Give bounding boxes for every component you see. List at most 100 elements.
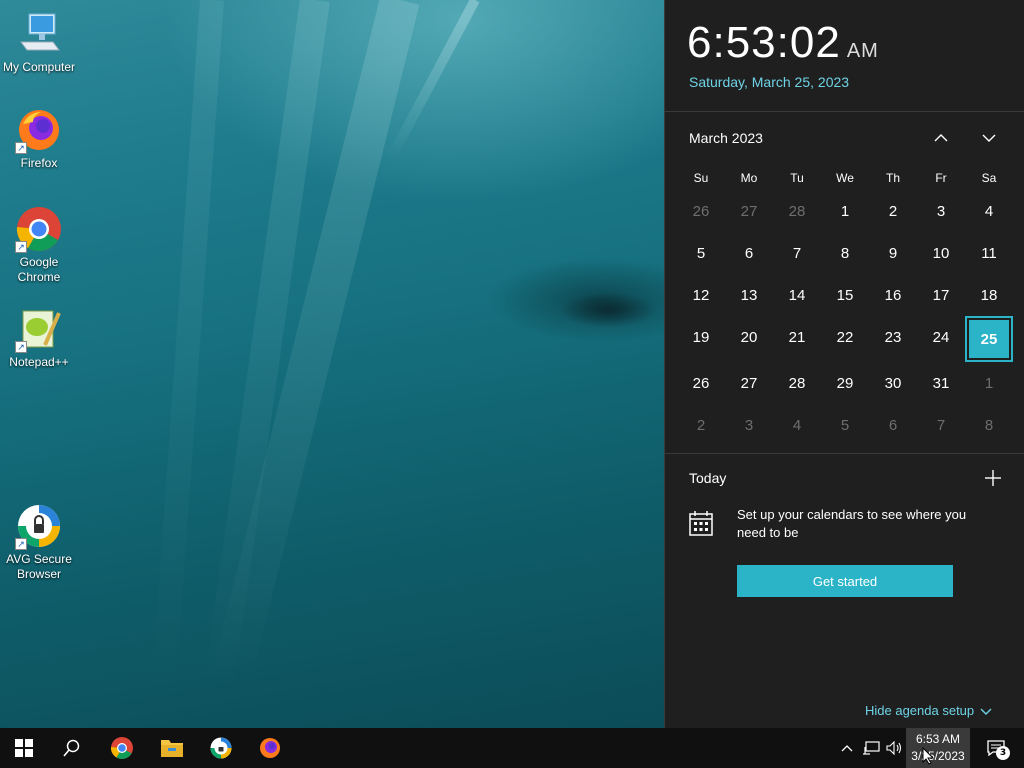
clock-date-link[interactable]: Saturday, March 25, 2023 [689, 74, 849, 90]
clock-ampm: AM [846, 40, 879, 62]
calendar-day[interactable]: 5 [677, 232, 725, 274]
calendar-day[interactable]: 23 [869, 316, 917, 358]
calendar-day[interactable]: 10 [917, 232, 965, 274]
desktop-icon-avg-browser[interactable]: ↗ AVG Secure Browser [1, 502, 77, 582]
chrome-icon [110, 737, 133, 759]
clock-calendar-flyout: 6:53:02 AM Saturday, March 25, 2023 March… [664, 0, 1024, 728]
calendar-day[interactable]: 2 [869, 190, 917, 232]
calendar-day[interactable]: 16 [869, 274, 917, 316]
search-icon [63, 739, 80, 757]
calendar-day[interactable]: 8 [965, 404, 1013, 446]
clock-time: 6:53:02 AM [687, 18, 879, 68]
desktop-icon-notepadpp[interactable]: ↗ Notepad++ [1, 305, 77, 370]
add-event-button[interactable] [983, 468, 1003, 488]
calendar-day[interactable]: 5 [821, 404, 869, 446]
calendar-day[interactable]: 20 [725, 316, 773, 358]
taskbar-time: 6:53 AM [915, 732, 961, 746]
desktop-icon-chrome[interactable]: ↗ Google Chrome [1, 205, 77, 285]
firefox-icon [260, 738, 280, 758]
notepadpp-icon: ↗ [15, 305, 63, 353]
shortcut-arrow-icon: ↗ [15, 341, 27, 353]
taskbar-file-explorer-button[interactable] [148, 728, 196, 768]
file-explorer-icon [161, 740, 183, 757]
weekday-header: Sa [981, 171, 997, 185]
computer-icon [15, 10, 63, 58]
start-button[interactable] [0, 728, 48, 768]
calendar-day[interactable]: 26 [677, 362, 725, 404]
calendar-day[interactable]: 3 [725, 404, 773, 446]
calendar-day-today[interactable]: 25 [965, 316, 1013, 362]
hide-agenda-label: Hide agenda setup [865, 703, 975, 718]
firefox-icon: ↗ [15, 106, 63, 154]
volume-button[interactable] [884, 728, 904, 768]
agenda-today-label: Today [689, 470, 727, 486]
taskbar-clock[interactable]: 6:53 AM 3/25/2023 [906, 728, 970, 768]
calendar-day[interactable]: 19 [677, 316, 725, 358]
calendar-day[interactable]: 29 [821, 362, 869, 404]
windows-start-icon [15, 739, 33, 757]
calendar-day[interactable]: 6 [725, 232, 773, 274]
get-started-button[interactable]: Get started [737, 565, 953, 597]
divider [665, 453, 1024, 454]
plus-icon [985, 470, 1001, 486]
calendar-day[interactable]: 4 [965, 190, 1013, 232]
calendar-icon [689, 510, 713, 536]
chevron-up-icon [841, 745, 853, 752]
previous-month-button[interactable] [927, 124, 955, 152]
divider [665, 111, 1024, 112]
calendar-day[interactable]: 22 [821, 316, 869, 358]
calendar-day[interactable]: 4 [773, 404, 821, 446]
calendar-day[interactable]: 8 [821, 232, 869, 274]
calendar-day[interactable]: 2 [677, 404, 725, 446]
calendar-day[interactable]: 9 [869, 232, 917, 274]
hide-agenda-setup-link[interactable]: Hide agenda setup [865, 703, 992, 718]
calendar-day[interactable]: 28 [773, 362, 821, 404]
calendar-day[interactable]: 27 [725, 362, 773, 404]
show-hidden-icons-button[interactable] [838, 728, 856, 768]
calendar-day[interactable]: 28 [773, 190, 821, 232]
weekday-header: Tu [790, 171, 804, 185]
calendar-day[interactable]: 17 [917, 274, 965, 316]
taskbar-firefox-button[interactable] [246, 728, 294, 768]
desktop-icon-label: Google Chrome [17, 255, 61, 284]
calendar-day[interactable]: 7 [773, 232, 821, 274]
weekday-header: Mo [740, 171, 758, 185]
calendar-day[interactable]: 1 [965, 362, 1013, 404]
desktop-icon-label: Firefox [20, 156, 58, 170]
volume-icon [886, 741, 902, 755]
chevron-up-icon [934, 134, 948, 142]
taskbar-chrome-button[interactable] [98, 728, 146, 768]
calendar-day[interactable]: 14 [773, 274, 821, 316]
next-month-button[interactable] [975, 124, 1003, 152]
month-year-label[interactable]: March 2023 [689, 130, 763, 146]
weekday-header: We [836, 171, 854, 185]
calendar-day[interactable]: 12 [677, 274, 725, 316]
desktop-icon-my-computer[interactable]: My Computer [1, 10, 77, 75]
action-center-button[interactable]: 3 [976, 728, 1016, 768]
calendar-day[interactable]: 24 [917, 316, 965, 358]
calendar-day[interactable]: 30 [869, 362, 917, 404]
calendar-day[interactable]: 3 [917, 190, 965, 232]
calendar-day[interactable]: 1 [821, 190, 869, 232]
calendar-day[interactable]: 11 [965, 232, 1013, 274]
taskbar-date: 3/25/2023 [911, 749, 965, 763]
desktop-wallpaper [0, 0, 664, 728]
calendar-day[interactable]: 26 [677, 190, 725, 232]
chrome-icon: ↗ [15, 205, 63, 253]
calendar-day[interactable]: 7 [917, 404, 965, 446]
swimmer-silhouette [548, 280, 664, 350]
calendar-day[interactable]: 31 [917, 362, 965, 404]
calendar-day[interactable]: 21 [773, 316, 821, 358]
taskbar-avg-browser-button[interactable] [197, 728, 245, 768]
calendar-day[interactable]: 27 [725, 190, 773, 232]
mouse-cursor-icon [922, 747, 934, 765]
calendar-day[interactable]: 13 [725, 274, 773, 316]
calendar-day[interactable]: 18 [965, 274, 1013, 316]
network-button[interactable] [860, 728, 882, 768]
weekday-header: Fr [935, 171, 947, 185]
calendar-day[interactable]: 15 [821, 274, 869, 316]
chevron-down-icon [980, 708, 992, 715]
calendar-day[interactable]: 6 [869, 404, 917, 446]
desktop-icon-firefox[interactable]: ↗ Firefox [1, 106, 77, 171]
search-button[interactable] [48, 728, 96, 768]
